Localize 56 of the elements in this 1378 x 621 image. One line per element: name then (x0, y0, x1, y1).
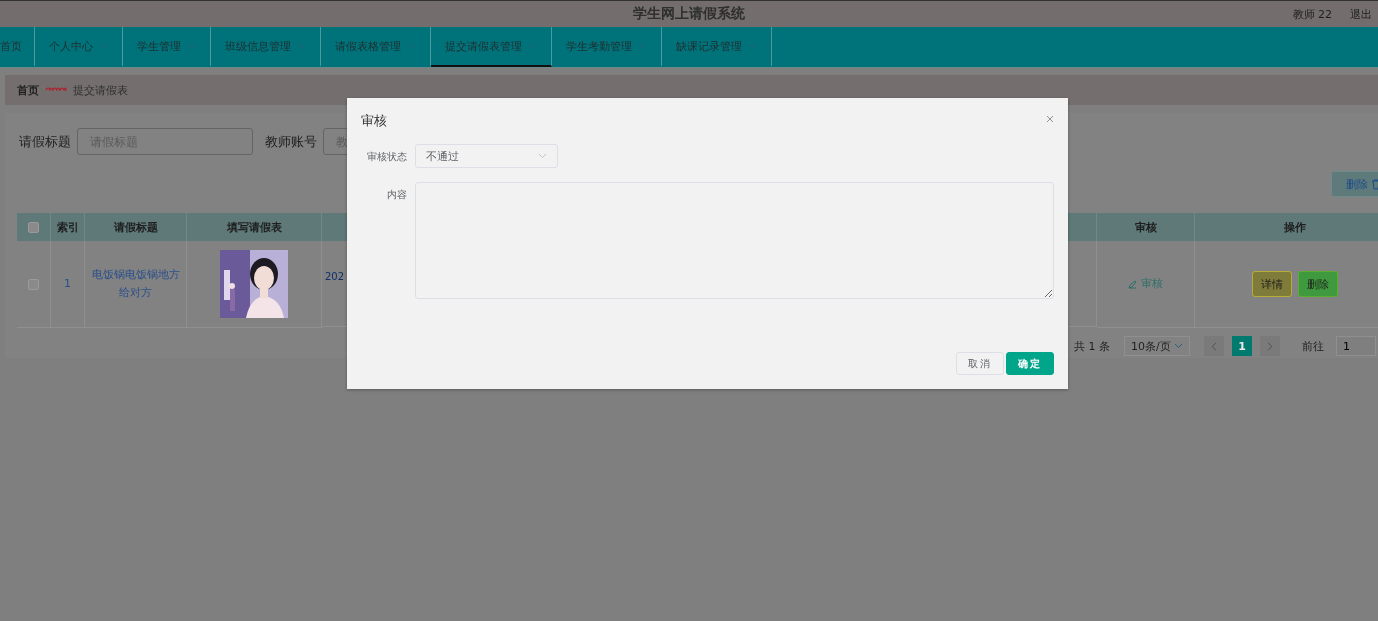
next-page-button[interactable] (1260, 336, 1280, 356)
chevron-down-icon (638, 43, 647, 49)
chevron-down-icon (1174, 343, 1183, 349)
chevron-left-icon (1211, 341, 1217, 351)
details-button[interactable]: 详情 (1251, 271, 1292, 297)
form-label: 审核状态 (366, 150, 407, 164)
heart-chain-icon (45, 86, 67, 94)
nav-tab[interactable]: 请假表格管理 (321, 27, 431, 67)
form-label: 内容 (386, 188, 407, 202)
delete-button[interactable]: 删除 (1331, 171, 1378, 197)
goto-label: 前往 (1302, 338, 1324, 354)
nav-tab[interactable]: 班级信息管理 (211, 27, 321, 67)
chevron-right-icon (1267, 341, 1273, 351)
chevron-down-icon (297, 43, 306, 49)
prev-page-button[interactable] (1204, 336, 1224, 356)
confirm-button[interactable]: 确定 (1006, 352, 1054, 375)
dialog-title: 审核 (361, 112, 387, 130)
column-header: 索引 (56, 219, 79, 235)
row-checkbox[interactable] (28, 278, 39, 290)
nav-tab[interactable]: 学生管理 (123, 27, 211, 67)
field-label: 教师账号 (265, 132, 317, 151)
breadcrumb-current: 提交请假表 (73, 82, 128, 98)
nav-tab[interactable]: 首页 (0, 27, 35, 67)
table-cell-text: 电饭锅电饭锅地方给对方 (91, 267, 180, 301)
table-cell-text: 202 (325, 270, 345, 284)
goto-page-field[interactable]: 1 (1336, 336, 1376, 356)
nav-tab[interactable]: 学生考勤管理 (552, 27, 662, 67)
column-header: 请假标题 (113, 219, 158, 235)
user-label: 教师 22 (1292, 6, 1332, 22)
breadcrumb-link[interactable]: 首页 (17, 82, 39, 98)
page-size-select[interactable]: 10条/页 (1124, 336, 1190, 356)
app-title: 学生网上请假系统 (633, 5, 745, 23)
content-field[interactable] (415, 182, 1054, 299)
cancel-button[interactable]: 取消 (956, 352, 1004, 375)
chevron-down-icon (187, 43, 196, 49)
select-all-checkbox[interactable] (28, 221, 39, 233)
column-header: 填写请假表 (226, 219, 282, 235)
chevron-down-icon (407, 43, 416, 49)
logout-link[interactable]: 退出 (1350, 6, 1372, 22)
nav-tab[interactable]: 个人中心 (35, 27, 123, 67)
total-count: 共 1 条 (1074, 338, 1110, 354)
table-cell-text: 1 (64, 276, 71, 293)
delete-button[interactable]: 删除 (1297, 271, 1338, 297)
chevron-down-icon (528, 43, 537, 49)
column-header: 操作 (1283, 219, 1306, 235)
chevron-down-icon (748, 43, 757, 49)
chevron-down-icon (99, 43, 108, 49)
page-button[interactable]: 1 (1232, 336, 1252, 356)
field-label: 请假标题 (19, 132, 71, 151)
edit-icon (1128, 279, 1137, 289)
status-select[interactable]: 不通过 (415, 144, 558, 168)
trash-icon (1371, 178, 1378, 190)
chevron-down-icon (538, 153, 547, 159)
column-header: 审核 (1134, 219, 1157, 235)
nav-tab[interactable]: 提交请假表管理 (431, 27, 552, 67)
nav-tab[interactable]: 缺课记录管理 (662, 27, 772, 67)
